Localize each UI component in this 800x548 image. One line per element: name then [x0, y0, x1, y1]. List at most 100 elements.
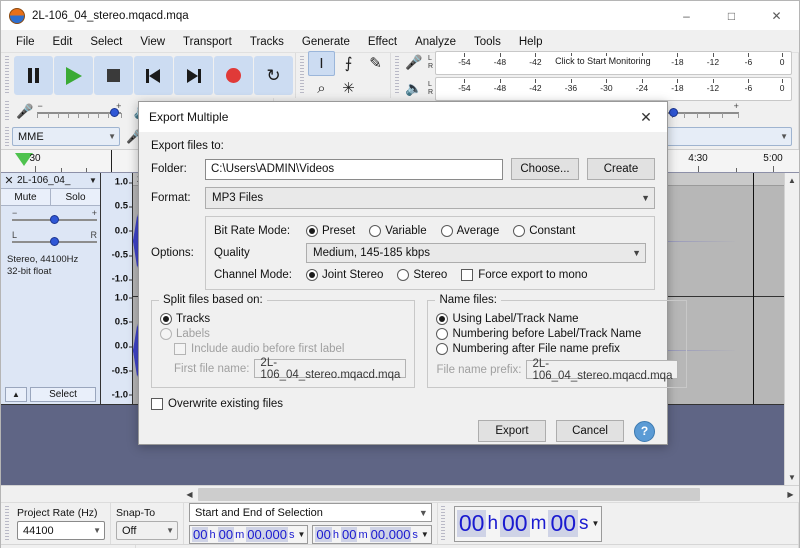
folder-input[interactable]: C:\Users\ADMIN\Videos — [205, 158, 503, 180]
selection-start-time[interactable]: 00 h 00 m 00.000 s ▼ — [189, 525, 309, 544]
zoom-tool[interactable]: ⌕ — [308, 76, 335, 101]
include-audio-checkbox[interactable]: Include audio before first label — [174, 343, 392, 355]
play-button[interactable] — [54, 56, 93, 95]
selection-mode-select[interactable]: Start and End of Selection ▼ — [189, 503, 432, 522]
bitrate-variable-radio[interactable]: Variable — [369, 225, 427, 237]
name-using-label-radio[interactable]: Using Label/Track Name — [436, 313, 664, 325]
close-track-button[interactable]: ✕ — [1, 174, 17, 187]
record-button[interactable] — [214, 56, 253, 95]
horizontal-scrollbar[interactable]: ◀ ▶ — [1, 485, 799, 502]
menu-transport[interactable]: Transport — [174, 33, 241, 51]
dialog-close-button[interactable]: ✕ — [625, 102, 667, 132]
export-button[interactable]: Export — [478, 420, 546, 442]
scroll-down-arrow[interactable]: ▼ — [785, 470, 799, 485]
snap-to-select[interactable]: Off ▼ — [116, 521, 178, 540]
end-time-spinner[interactable]: ▼ — [421, 530, 429, 539]
select-track-button[interactable]: Select — [30, 387, 96, 402]
time-toolbar-grip[interactable] — [439, 506, 447, 541]
audacity-icon — [9, 7, 25, 24]
mute-button[interactable]: Mute — [1, 189, 51, 205]
stop-button[interactable] — [94, 56, 133, 95]
cancel-button[interactable]: Cancel — [556, 420, 624, 442]
bitrate-constant-radio[interactable]: Constant — [513, 225, 575, 237]
scroll-right-arrow[interactable]: ▶ — [782, 490, 799, 499]
pause-button[interactable] — [14, 56, 53, 95]
menu-view[interactable]: View — [131, 33, 174, 51]
vr-r-1: 1.0 — [114, 292, 133, 304]
audio-position-spinner[interactable]: ▼ — [592, 519, 600, 528]
export-files-to-label: Export files to: — [151, 140, 224, 152]
loop-button[interactable]: ↻ — [254, 56, 293, 95]
create-button[interactable]: Create — [587, 158, 655, 180]
close-button[interactable]: ✕ — [754, 1, 799, 31]
recording-volume-slider[interactable]: − + — [37, 101, 122, 119]
device-toolbar-grip[interactable] — [3, 127, 10, 146]
stereo-radio[interactable]: Stereo — [397, 269, 447, 281]
multi-tool[interactable]: ✳ — [335, 76, 362, 101]
choose-button[interactable]: Choose... — [511, 158, 579, 180]
meter-toolbar-grip[interactable] — [393, 56, 400, 95]
play-speed-knob[interactable] — [668, 108, 678, 117]
gain-slider[interactable]: − + — [12, 208, 97, 226]
maximize-button[interactable]: □ — [709, 1, 754, 31]
help-button[interactable]: ? — [634, 420, 655, 442]
bitrate-average-radio[interactable]: Average — [440, 225, 499, 237]
vertical-scrollbar[interactable]: ▲ ▼ — [784, 173, 799, 485]
vr-r-4: -0.5 — [111, 365, 133, 376]
transport-toolbar-grip[interactable] — [3, 56, 10, 95]
menu-file[interactable]: File — [7, 33, 44, 51]
menu-select[interactable]: Select — [81, 33, 131, 51]
i-beam-icon: I — [319, 54, 324, 72]
skip-to-start-button[interactable] — [134, 56, 173, 95]
project-rate-group: Project Rate (Hz) 44100 ▼ — [12, 503, 110, 544]
play-tick-0: 0 — [779, 82, 785, 93]
recording-volume-knob[interactable] — [109, 108, 119, 117]
quality-select[interactable]: Medium, 145-185 kbps ▼ — [306, 243, 646, 263]
selection-toolbar-grip[interactable] — [3, 506, 10, 541]
project-rate-select[interactable]: 44100 ▼ — [17, 521, 105, 540]
name-numbering-after-radio[interactable]: Numbering after File name prefix — [436, 343, 664, 355]
name-numbering-before-radio[interactable]: Numbering before Label/Track Name — [436, 328, 664, 340]
mixer-toolbar-grip[interactable] — [3, 101, 10, 121]
skip-to-end-button[interactable] — [174, 56, 213, 95]
selection-end-time[interactable]: 00 h 00 m 00.000 s ▼ — [312, 525, 432, 544]
audio-host-select[interactable]: MME ▼ — [12, 127, 120, 146]
selection-tool[interactable]: I — [308, 50, 335, 76]
gain-knob[interactable] — [50, 215, 60, 224]
joint-stereo-radio[interactable]: Joint Stereo — [306, 269, 383, 281]
envelope-tool[interactable]: ⨍ — [335, 51, 362, 76]
vertical-ruler[interactable]: 1.0 0.5 0.0 -0.5 -1.0 1.0 0.5 0.0 -0.5 -… — [101, 173, 133, 405]
bitrate-preset-radio[interactable]: Preset — [306, 225, 355, 237]
start-time-spinner[interactable]: ▼ — [298, 530, 306, 539]
draw-tool[interactable]: ✎ — [362, 51, 389, 76]
force-mono-checkbox[interactable]: Force export to mono — [461, 269, 588, 281]
pan-knob[interactable] — [50, 237, 60, 246]
joint-stereo-label: Joint Stereo — [322, 269, 384, 281]
split-tracks-radio[interactable]: Tracks — [160, 313, 392, 325]
menu-tracks[interactable]: Tracks — [241, 33, 293, 51]
vr-l-5: -1.0 — [111, 273, 133, 285]
hscroll-thumb[interactable] — [198, 487, 701, 501]
menu-edit[interactable]: Edit — [44, 33, 82, 51]
chevron-down-icon[interactable]: ▼ — [86, 176, 100, 185]
collapse-track-button[interactable]: ▲ — [5, 387, 27, 402]
scroll-up-arrow[interactable]: ▲ — [785, 173, 799, 188]
solo-button[interactable]: Solo — [51, 189, 100, 205]
file-name-prefix-label: File name prefix: — [436, 363, 522, 376]
split-labels-radio[interactable]: Labels — [160, 328, 392, 340]
minimize-button[interactable]: – — [664, 1, 709, 31]
track-control-panel[interactable]: ✕ 2L-106_04_ ▼ Mute Solo − + L R Stereo,… — [1, 173, 101, 405]
audio-position-time[interactable]: 00 h 00 m 00 s ▼ — [453, 505, 603, 542]
tools-toolbar-grip[interactable] — [298, 56, 305, 95]
pan-slider[interactable]: L R — [12, 230, 97, 248]
gain-minus-label: − — [12, 208, 18, 218]
scroll-left-arrow[interactable]: ◀ — [181, 490, 198, 499]
play-meter-scale[interactable]: -54 -48 -42 -36 -30 -24 -18 -12 -6 0 — [435, 76, 792, 101]
record-meter[interactable]: 🎤 LR -54 -48 -42 Click to Start Monitori… — [402, 50, 798, 76]
format-select[interactable]: MP3 Files ▼ — [205, 187, 655, 209]
overwrite-checkbox[interactable]: Overwrite existing files — [151, 398, 641, 410]
chevron-down-icon: ▼ — [641, 193, 650, 203]
record-meter-scale[interactable]: -54 -48 -42 Click to Start Monitoring -1… — [435, 50, 792, 75]
hscroll-track[interactable] — [198, 487, 782, 501]
export-multiple-dialog[interactable]: Export Multiple ✕ Export files to: Folde… — [138, 101, 688, 445]
